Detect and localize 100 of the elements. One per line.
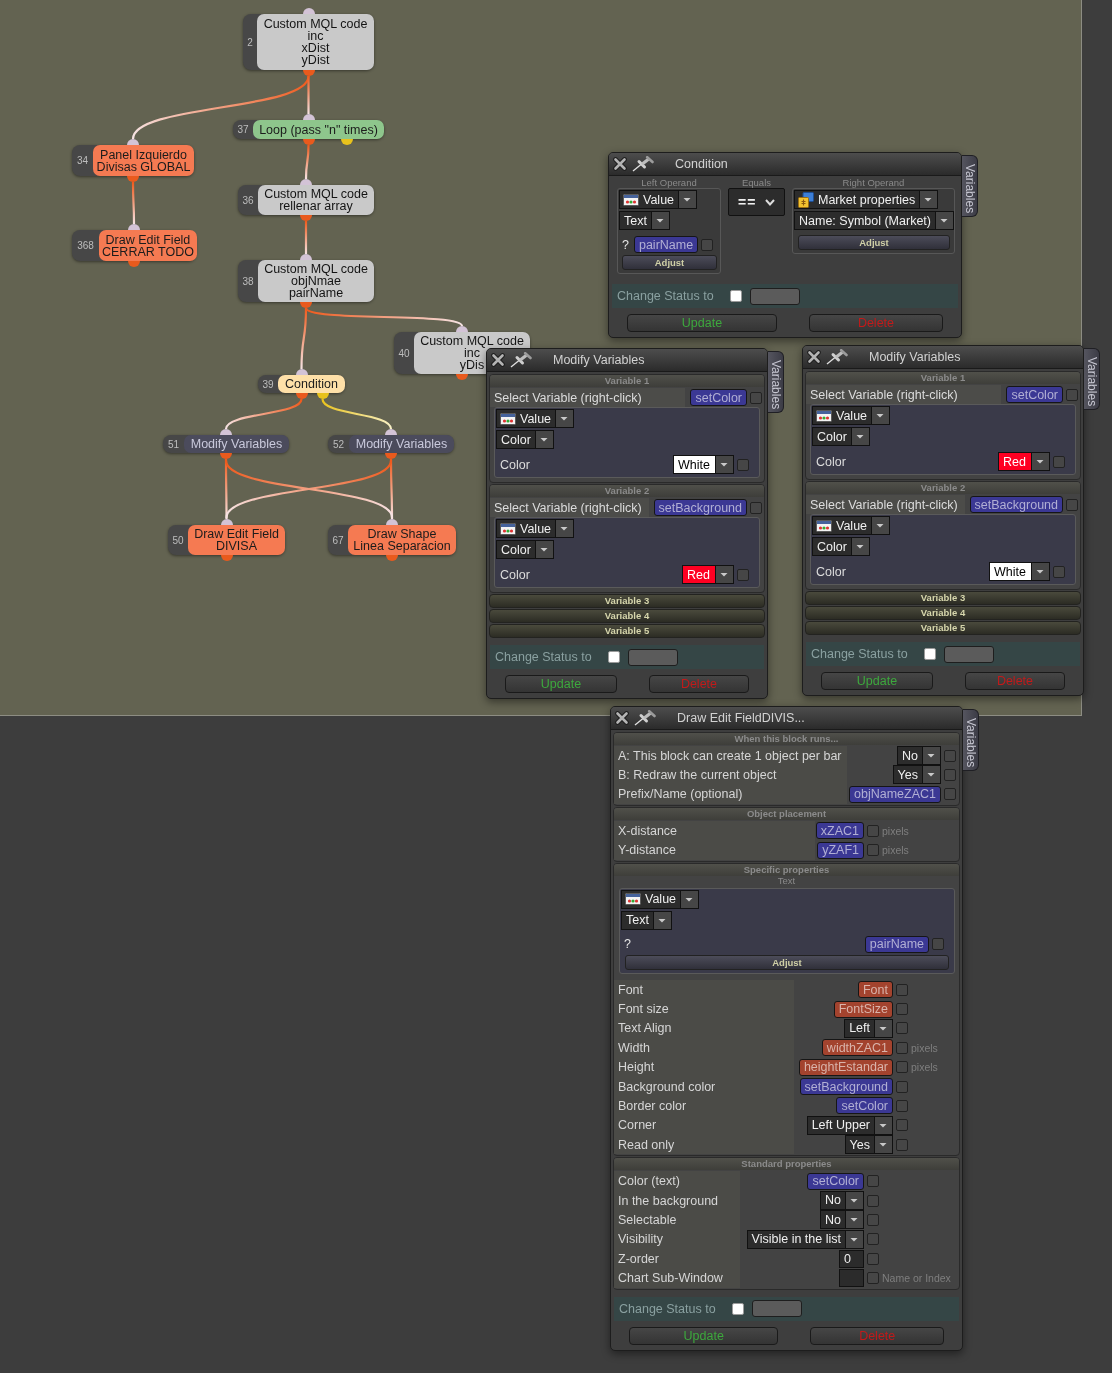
close-icon[interactable] xyxy=(491,353,505,367)
dropdown[interactable]: Text xyxy=(621,910,672,930)
dropdown[interactable]: No xyxy=(897,746,941,765)
flow-node[interactable]: 52 Modify Variables xyxy=(328,435,454,453)
variable-chip[interactable]: widthZAC1 xyxy=(821,1039,893,1057)
port-icon[interactable] xyxy=(302,114,315,120)
variable-chip[interactable]: setBackground xyxy=(969,496,1063,513)
checkbox[interactable] xyxy=(867,1213,879,1226)
dropdown[interactable]: Value xyxy=(496,409,575,428)
checkbox[interactable] xyxy=(867,844,879,857)
port-icon[interactable] xyxy=(456,374,468,380)
status-input[interactable] xyxy=(943,645,994,663)
status-input[interactable] xyxy=(749,287,800,305)
input-field[interactable]: 0 xyxy=(839,1249,864,1268)
checkbox[interactable] xyxy=(1053,565,1065,578)
section-header[interactable]: Variable 5 xyxy=(489,624,765,638)
checkbox[interactable] xyxy=(701,238,714,251)
update-button[interactable]: Update xyxy=(629,1326,779,1345)
checkbox[interactable] xyxy=(1066,498,1078,511)
checkbox[interactable] xyxy=(896,983,908,996)
checkbox[interactable] xyxy=(932,938,944,951)
checkbox[interactable] xyxy=(867,824,879,837)
adjust-button[interactable]: Adjust xyxy=(625,954,949,970)
pushpin-icon[interactable] xyxy=(634,710,656,726)
input-field[interactable] xyxy=(839,1269,864,1288)
operator-select[interactable]: == xyxy=(728,188,785,216)
variable-chip[interactable]: yZAF1 xyxy=(817,841,864,859)
color-select[interactable]: White xyxy=(989,562,1050,581)
side-tab[interactable]: Variables xyxy=(962,155,978,217)
dropdown[interactable]: Value xyxy=(812,516,891,535)
checkbox[interactable] xyxy=(867,1272,879,1285)
checkbox[interactable] xyxy=(867,1175,879,1188)
port-icon[interactable] xyxy=(295,369,308,375)
dropdown[interactable]: No xyxy=(820,1190,864,1210)
checkbox[interactable] xyxy=(896,1080,908,1093)
checkbox[interactable] xyxy=(896,1061,908,1074)
checkbox[interactable] xyxy=(896,1003,908,1016)
variable-chip[interactable]: FontSize xyxy=(833,1000,893,1018)
variable-chip[interactable]: pairName xyxy=(633,236,699,253)
port-icon[interactable] xyxy=(385,429,397,435)
checkbox[interactable] xyxy=(750,391,762,404)
pushpin-icon[interactable] xyxy=(826,349,848,365)
dropdown[interactable]: Text xyxy=(619,211,670,230)
checkbox[interactable] xyxy=(750,501,762,514)
variable-chip[interactable]: pairName xyxy=(864,935,929,953)
checkbox[interactable] xyxy=(1053,455,1065,468)
variable-chip[interactable]: xZAC1 xyxy=(815,822,864,840)
dropdown[interactable]: Yes xyxy=(844,1135,893,1155)
checkbox[interactable] xyxy=(944,788,956,801)
flow-node[interactable]: 51 Modify Variables xyxy=(163,435,289,453)
section-header[interactable]: Variable 4 xyxy=(489,609,765,623)
color-select[interactable]: Red xyxy=(682,565,734,584)
checkbox[interactable] xyxy=(944,769,956,782)
port-icon[interactable] xyxy=(128,224,140,230)
port-icon[interactable] xyxy=(220,519,233,525)
port-icon[interactable] xyxy=(316,393,329,399)
dropdown[interactable]: Name: Symbol (Market) xyxy=(794,211,954,230)
port-icon[interactable] xyxy=(302,70,315,76)
dropdown[interactable]: Value xyxy=(812,406,891,425)
close-icon[interactable] xyxy=(807,350,821,364)
port-icon[interactable] xyxy=(300,254,312,260)
pushpin-icon[interactable] xyxy=(510,352,532,368)
section-header[interactable]: Variable 3 xyxy=(805,591,1081,605)
flow-node[interactable]: 39 Condition xyxy=(258,375,345,393)
checkbox[interactable] xyxy=(867,1194,879,1207)
color-select[interactable]: Red xyxy=(998,452,1050,471)
checkbox[interactable] xyxy=(1066,388,1078,401)
status-input[interactable] xyxy=(627,648,678,666)
dropdown[interactable]: Value xyxy=(621,889,700,909)
dropdown[interactable]: Color xyxy=(496,540,554,559)
checkbox[interactable] xyxy=(737,568,749,581)
checkbox[interactable] xyxy=(607,651,620,663)
side-tab[interactable]: Variables xyxy=(963,709,979,771)
variable-chip[interactable]: Font xyxy=(858,981,893,999)
dropdown[interactable]: Yes xyxy=(892,765,941,785)
checkbox[interactable] xyxy=(944,749,956,762)
variable-chip[interactable]: setColor xyxy=(807,1172,864,1190)
port-icon[interactable] xyxy=(127,176,139,182)
close-icon[interactable] xyxy=(615,711,629,725)
variable-chip[interactable]: setColor xyxy=(836,1097,893,1115)
variable-chip[interactable]: heightEstandar xyxy=(798,1058,893,1076)
port-icon[interactable] xyxy=(127,139,139,145)
port-icon[interactable] xyxy=(300,179,312,185)
port-icon[interactable] xyxy=(456,326,468,332)
adjust-button[interactable]: Adjust xyxy=(798,235,950,250)
variable-chip[interactable]: setColor xyxy=(690,389,747,406)
checkbox[interactable] xyxy=(867,1252,879,1265)
dropdown[interactable]: Market properties xyxy=(794,190,939,209)
variable-chip[interactable]: setBackground xyxy=(799,1078,893,1096)
status-input[interactable] xyxy=(751,1300,802,1318)
port-icon[interactable] xyxy=(295,393,308,399)
checkbox[interactable] xyxy=(896,1119,908,1132)
checkbox[interactable] xyxy=(867,1233,879,1246)
dropdown[interactable]: Left xyxy=(844,1018,893,1038)
port-icon[interactable] xyxy=(300,302,312,308)
checkbox[interactable] xyxy=(896,1100,908,1112)
port-icon[interactable] xyxy=(220,453,232,459)
dropdown[interactable]: Value xyxy=(496,519,575,538)
port-icon[interactable] xyxy=(220,429,232,435)
port-icon[interactable] xyxy=(385,453,397,459)
